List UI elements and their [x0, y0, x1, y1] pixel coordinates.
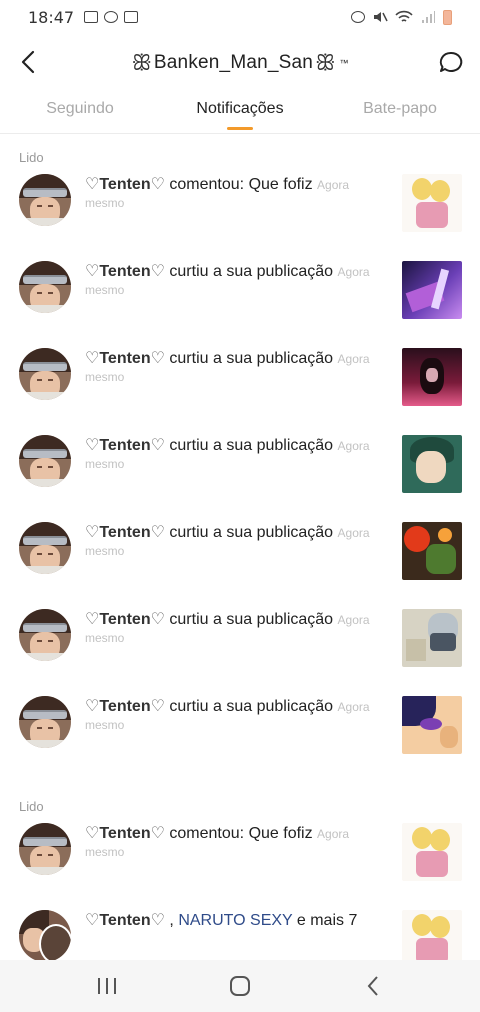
- recent-apps-icon: [97, 978, 116, 994]
- tab-bate-papo[interactable]: Bate-papo: [320, 94, 480, 133]
- tab-bar: Seguindo Notificações Bate-papo: [0, 94, 480, 134]
- tab-seguindo[interactable]: Seguindo: [0, 94, 160, 133]
- avatar-group[interactable]: [19, 910, 71, 960]
- post-thumbnail[interactable]: [402, 696, 462, 754]
- post-thumbnail[interactable]: [402, 609, 462, 667]
- avatar[interactable]: [19, 435, 71, 487]
- avatar[interactable]: [19, 696, 71, 748]
- back-button[interactable]: [14, 48, 42, 76]
- system-navigation-bar: [0, 960, 480, 1012]
- notification-item[interactable]: ♡Tenten♡ curtiu a sua publicação Agora m…: [0, 435, 480, 522]
- tab-notificacoes[interactable]: Notificações: [160, 94, 320, 133]
- notification-text: ♡Tenten♡ curtiu a sua publicação Agora m…: [85, 524, 370, 558]
- section-label: Lido: [19, 798, 44, 814]
- notification-item[interactable]: ♡Tenten♡ curtiu a sua publicação Agora m…: [0, 696, 480, 783]
- post-thumbnail[interactable]: [402, 522, 462, 580]
- status-time: 18:47: [28, 7, 75, 27]
- post-thumbnail[interactable]: [402, 261, 462, 319]
- notification-item[interactable]: ♡Tenten♡ curtiu a sua publicação Agora m…: [0, 261, 480, 348]
- notification-action: curtiu a sua publicação: [169, 611, 334, 628]
- notification-user[interactable]: Tenten: [99, 350, 150, 367]
- chat-bubble-icon: [439, 51, 463, 72]
- post-thumbnail[interactable]: [402, 348, 462, 406]
- status-system-icons: [351, 9, 452, 25]
- flourish-left-icon: ꕥ: [131, 50, 152, 76]
- whatsapp-icon: [104, 11, 119, 23]
- section-label: Lido: [19, 149, 44, 165]
- notification-item[interactable]: ♡Tenten♡ comentou: Que fofiz Agora mesmo: [0, 823, 480, 910]
- notification-user[interactable]: Tenten: [99, 698, 150, 715]
- notification-item[interactable]: ♡Tenten♡ curtiu a sua publicação Agora m…: [0, 348, 480, 435]
- trademark-mark: ™: [339, 58, 349, 68]
- system-back-button[interactable]: [343, 966, 403, 1006]
- notification-user[interactable]: Tenten: [99, 263, 150, 280]
- mute-icon: [374, 12, 388, 22]
- notification-action: curtiu a sua publicação: [169, 524, 334, 541]
- avatar[interactable]: [19, 609, 71, 661]
- avatar[interactable]: [19, 823, 71, 875]
- active-tab-indicator: [227, 127, 253, 130]
- notification-text: ♡Tenten♡ curtiu a sua publicação Agora m…: [85, 437, 370, 471]
- notification-text: ♡Tenten♡ comentou: Que fofiz Agora mesmo: [85, 176, 350, 210]
- chevron-left-icon: [21, 50, 35, 74]
- notification-user[interactable]: Tenten: [99, 437, 150, 454]
- avatar[interactable]: [19, 348, 71, 400]
- home-button[interactable]: [210, 966, 270, 1006]
- avatar[interactable]: [19, 174, 71, 226]
- wifi-icon: [395, 10, 413, 22]
- signal-icon: [422, 11, 435, 23]
- tab-label: Seguindo: [46, 100, 114, 117]
- notification-user[interactable]: Tenten: [99, 611, 150, 628]
- tab-label: Bate-papo: [363, 100, 437, 117]
- notification-action: curtiu a sua publicação: [169, 698, 334, 715]
- tab-label: Notificações: [196, 100, 284, 117]
- notification-item[interactable]: ♡Tenten♡ curtiu a sua publicação Agora m…: [0, 522, 480, 609]
- avatar[interactable]: [19, 522, 71, 574]
- post-thumbnail[interactable]: [402, 910, 462, 960]
- notification-text: ♡Tenten♡ curtiu a sua publicação Agora m…: [85, 611, 370, 645]
- notification-text: ♡Tenten♡ curtiu a sua publicação Agora m…: [85, 698, 370, 732]
- page-title: Banken_Man_San: [153, 52, 314, 73]
- notification-action: curtiu a sua publicação: [169, 263, 334, 280]
- status-notification-icons: [84, 11, 139, 23]
- notification-other-user[interactable]: NARUTO SEXY: [178, 912, 292, 929]
- recent-apps-button[interactable]: [77, 966, 137, 1006]
- notification-action: curtiu a sua publicação: [169, 437, 334, 454]
- post-thumbnail[interactable]: [402, 823, 462, 881]
- notification-item[interactable]: ♡Tenten♡ curtiu a sua publicação Agora m…: [0, 609, 480, 696]
- avatar[interactable]: [19, 261, 71, 313]
- alarm-icon: [351, 11, 365, 23]
- notification-user[interactable]: Tenten: [99, 524, 150, 541]
- notification-user[interactable]: Tenten: [99, 912, 150, 929]
- notification-text: ♡Tenten♡ , NARUTO SEXY e mais 7: [85, 912, 358, 929]
- notification-action: comentou: Que fofiz: [169, 176, 313, 193]
- app-header: ꕥ Banken_Man_San ꕥ ™: [0, 38, 480, 88]
- notification-text: ♡Tenten♡ curtiu a sua publicação Agora m…: [85, 350, 370, 384]
- flourish-right-icon: ꕥ: [315, 50, 336, 76]
- app-notification-icon: [124, 11, 139, 23]
- gallery-icon: [84, 11, 99, 23]
- notification-item[interactable]: ♡Tenten♡ comentou: Que fofiz Agora mesmo: [0, 174, 480, 261]
- chevron-left-icon: [367, 976, 379, 996]
- post-thumbnail[interactable]: [402, 435, 462, 493]
- battery-icon: [443, 9, 452, 25]
- notification-text: ♡Tenten♡ curtiu a sua publicação Agora m…: [85, 263, 370, 297]
- notification-list[interactable]: Lido ♡Tenten♡ comentou: Que fofiz Agora …: [0, 140, 480, 960]
- notification-user[interactable]: Tenten: [99, 825, 150, 842]
- notification-action: curtiu a sua publicação: [169, 350, 334, 367]
- chat-button[interactable]: [436, 48, 466, 78]
- notification-rest: e mais 7: [296, 912, 358, 929]
- post-thumbnail[interactable]: [402, 174, 462, 232]
- notification-connector: ,: [169, 912, 174, 929]
- notification-user[interactable]: Tenten: [99, 176, 150, 193]
- home-icon: [229, 976, 250, 996]
- notification-text: ♡Tenten♡ comentou: Que fofiz Agora mesmo: [85, 825, 350, 859]
- notification-item[interactable]: ♡Tenten♡ , NARUTO SEXY e mais 7: [0, 910, 480, 960]
- status-bar: 18:47: [0, 0, 480, 34]
- page-title-wrap: ꕥ Banken_Man_San ꕥ ™: [132, 51, 349, 76]
- notification-action: comentou: Que fofiz: [169, 825, 313, 842]
